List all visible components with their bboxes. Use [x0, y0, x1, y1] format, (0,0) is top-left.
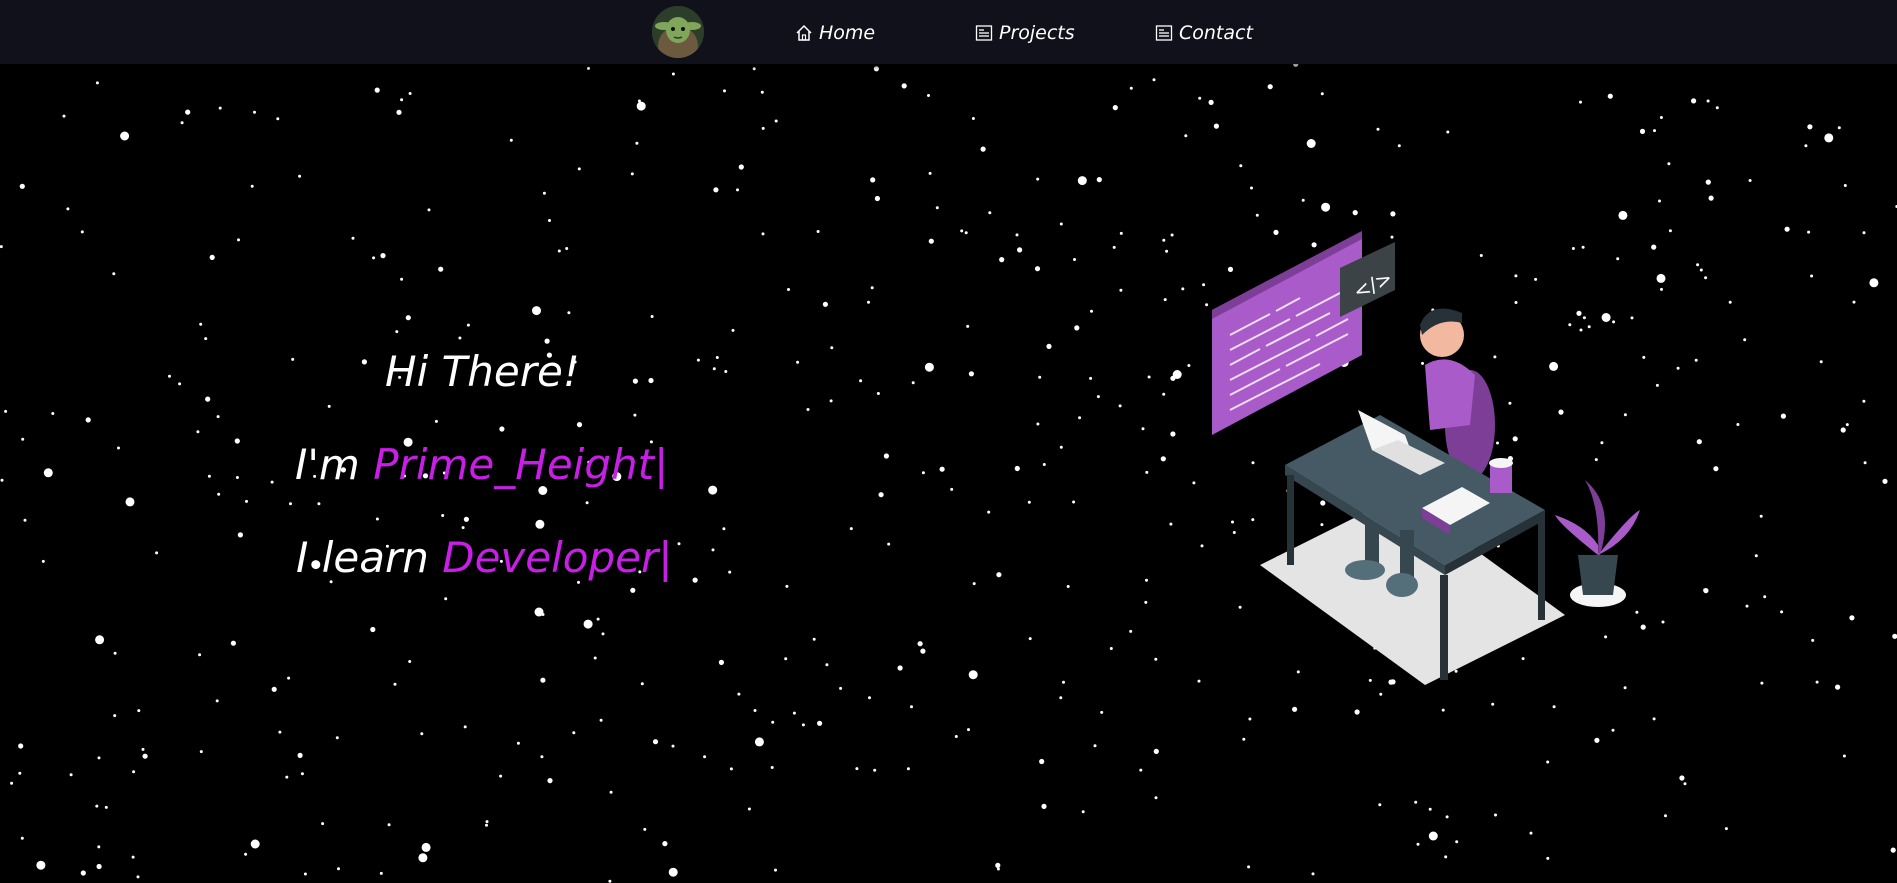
nav-contact-label: Contact [1179, 22, 1253, 44]
projects-icon [975, 25, 993, 41]
nav-projects-label: Projects [999, 22, 1075, 44]
hero-name: Prime_Height| [373, 440, 669, 489]
nav-projects-link[interactable]: Projects [975, 20, 1075, 46]
hero-role-prefix: I learn [296, 533, 429, 582]
developer-illustration: </> [1212, 231, 1640, 685]
hero-greeting: Hi There! [385, 347, 580, 396]
home-icon [796, 24, 812, 41]
hero-intro-prefix: I'm [295, 440, 360, 489]
nav-home-link[interactable]: Home [795, 20, 875, 46]
hero-role: Developer| [442, 533, 673, 582]
nav-contact-link[interactable]: Contact [1155, 20, 1253, 46]
hero-role-line: I learn Developer| [296, 533, 672, 582]
hero-intro-line: I'm Prime_Height| [295, 440, 668, 489]
nav-home-label: Home [819, 22, 876, 44]
contact-icon [1155, 25, 1173, 41]
avatar-image-icon [652, 6, 704, 58]
avatar[interactable] [652, 6, 704, 58]
navbar: Home Projects Contact [0, 0, 1897, 64]
